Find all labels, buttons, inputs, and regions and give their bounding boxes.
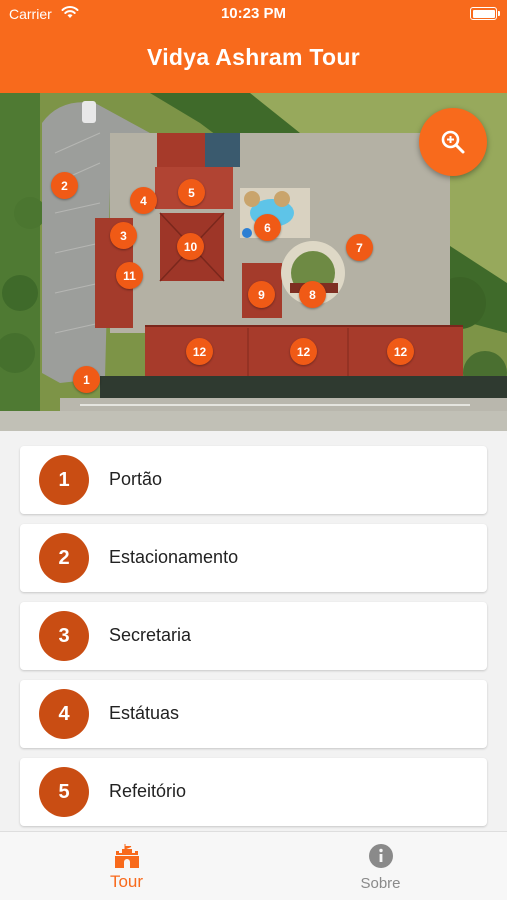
- zoom-in-icon: [441, 130, 465, 154]
- tab-sobre[interactable]: Sobre: [254, 832, 507, 900]
- stop-number-badge: 5: [39, 767, 89, 817]
- map-marker[interactable]: 12: [186, 338, 213, 365]
- clock: 10:23 PM: [220, 5, 287, 22]
- stop-name: Secretaria: [109, 625, 192, 645]
- castle-icon: [113, 843, 141, 874]
- stop-name: Portão: [109, 469, 163, 489]
- map-marker[interactable]: 3: [110, 222, 137, 249]
- battery-icon: [470, 7, 500, 20]
- stop-number-badge: 4: [39, 689, 89, 739]
- tab-bar: Tour Sobre: [0, 831, 507, 900]
- stop-number-badge: 1: [39, 455, 89, 505]
- page-title: Vidya Ashram Tour: [146, 44, 360, 70]
- stop-name: Estátuas: [109, 703, 180, 723]
- map-marker[interactable]: 12: [290, 338, 317, 365]
- zoom-button[interactable]: [419, 108, 487, 176]
- list-item[interactable]: 3 Secretaria: [20, 602, 487, 670]
- info-icon: [368, 843, 394, 874]
- map-marker[interactable]: 11: [116, 262, 143, 289]
- stop-number-badge: 3: [39, 611, 89, 661]
- stop-number-badge: 2: [39, 533, 89, 583]
- map-marker[interactable]: 1: [73, 366, 100, 393]
- map-marker[interactable]: 2: [51, 172, 78, 199]
- stop-name: Estacionamento: [109, 547, 239, 567]
- status-bar: Carrier 10:23 PM: [0, 0, 507, 28]
- tab-tour[interactable]: Tour: [0, 832, 253, 900]
- list-item[interactable]: 4 Estátuas: [20, 680, 487, 748]
- map-marker[interactable]: 10: [177, 233, 204, 260]
- map-marker[interactable]: 7: [346, 234, 373, 261]
- stop-name: Refeitório: [109, 781, 187, 801]
- map-marker[interactable]: 5: [178, 179, 205, 206]
- navigation-bar: Carrier 10:23 PM Vidya Ashram Tour: [0, 0, 507, 93]
- list-item[interactable]: 5 Refeitório: [20, 758, 487, 826]
- tab-label: Tour: [109, 872, 144, 891]
- list-item[interactable]: 2 Estacionamento: [20, 524, 487, 592]
- app-screen: Carrier 10:23 PM Vidya Ashram Tour 1 2 3…: [0, 0, 507, 900]
- map-marker[interactable]: 4: [130, 187, 157, 214]
- map-marker[interactable]: 9: [248, 281, 275, 308]
- tab-label: Sobre: [360, 875, 401, 892]
- stop-list: 1 Portão 2 Estacionamento 3 Secretaria 4…: [0, 431, 507, 831]
- map-marker[interactable]: 6: [254, 214, 281, 241]
- map-marker[interactable]: 12: [387, 338, 414, 365]
- list-item[interactable]: 1 Portão: [20, 446, 487, 514]
- map-marker[interactable]: 8: [299, 281, 326, 308]
